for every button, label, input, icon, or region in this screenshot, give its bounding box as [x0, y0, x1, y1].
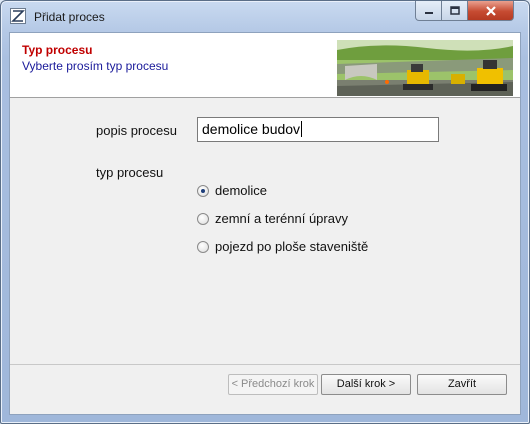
radio-label: pojezd po ploše staveniště: [215, 239, 369, 254]
footer-separator: [10, 364, 520, 365]
next-step-button[interactable]: Další krok >: [321, 374, 411, 395]
previous-step-button[interactable]: < Předchozí krok: [228, 374, 318, 395]
process-type-label: typ procesu: [96, 165, 164, 180]
radio-selected-icon: [197, 185, 209, 197]
minimize-icon: [416, 1, 441, 20]
radio-label: zemní a terénní úpravy: [215, 211, 348, 226]
description-input[interactable]: demolice budov: [197, 117, 439, 142]
maximize-icon: [442, 1, 467, 20]
description-value: demolice budov: [202, 121, 301, 137]
radio-pojezd[interactable]: pojezd po ploše staveniště: [197, 238, 417, 258]
construction-site-image: [337, 40, 513, 96]
radio-zemni-upravy[interactable]: zemní a terénní úpravy: [197, 210, 417, 230]
maximize-button[interactable]: [442, 1, 468, 21]
close-window-button[interactable]: [468, 1, 514, 21]
wizard-header: Typ procesu Vyberte prosím typ procesu: [10, 33, 520, 98]
radio-demolice[interactable]: demolice: [197, 182, 417, 202]
dialog-window: Přidat proces Typ procesu Vyberte prosím…: [0, 0, 530, 424]
title-bar[interactable]: Přidat proces: [1, 1, 529, 33]
radio-label: demolice: [215, 183, 268, 198]
app-icon: [10, 8, 26, 24]
step-subtitle: Vyberte prosím typ procesu: [22, 59, 169, 73]
text-caret: [301, 121, 303, 137]
close-icon: [468, 1, 513, 20]
radio-unselected-icon: [197, 213, 209, 225]
dialog-client-area: Typ procesu Vyberte prosím typ procesu p…: [9, 32, 521, 415]
description-label: popis procesu: [96, 123, 177, 138]
minimize-button[interactable]: [415, 1, 442, 21]
step-title: Typ procesu: [22, 43, 93, 57]
window-title: Přidat proces: [34, 10, 105, 24]
close-button[interactable]: Zavřít: [417, 374, 507, 395]
radio-unselected-icon: [197, 241, 209, 253]
